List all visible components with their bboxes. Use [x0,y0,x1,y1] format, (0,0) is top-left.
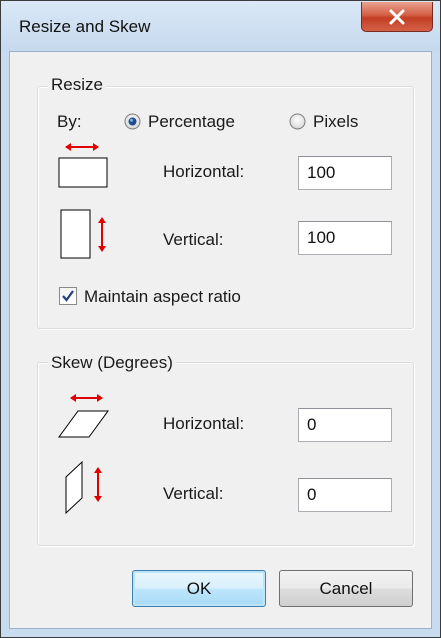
resize-group-label: Resize [48,75,106,95]
resize-vertical-input[interactable] [298,221,392,255]
skew-vertical-icon [65,460,102,515]
skew-vertical-input[interactable] [298,478,392,512]
close-button[interactable] [361,2,433,32]
resize-horizontal-label: Horizontal: [163,162,245,181]
resize-horizontal-input[interactable] [298,156,392,190]
skew-vertical-label: Vertical: [163,484,224,503]
skew-horizontal-icon [58,394,109,438]
skew-group-label: Skew (Degrees) [48,353,176,373]
by-label: By: [57,112,82,131]
maintain-aspect-label[interactable]: Maintain aspect ratio [84,287,241,307]
skew-horizontal-input[interactable] [298,408,392,442]
percentage-radio[interactable] [124,113,141,130]
percentage-option-label[interactable]: Percentage [148,112,235,132]
ok-button[interactable]: OK [132,570,266,607]
resize-vertical-label: Vertical: [163,230,224,249]
pixels-option-label[interactable]: Pixels [313,112,358,132]
pixels-radio[interactable] [289,113,306,130]
maintain-aspect-checkbox[interactable] [59,287,77,305]
close-icon [389,9,405,24]
title-bar[interactable]: Resize and Skew [1,1,440,51]
resize-horizontal-icon [58,143,108,188]
resize-vertical-icon [60,209,106,259]
cancel-button[interactable]: Cancel [279,570,413,607]
dialog-body: Resize By: Percentage Pixels Horizontal:… [9,51,432,629]
resize-skew-dialog: Resize and Skew Resize By: Percentage Pi… [0,0,441,638]
window-title: Resize and Skew [19,17,151,36]
skew-horizontal-label: Horizontal: [163,414,245,433]
checkmark-icon [62,290,74,302]
